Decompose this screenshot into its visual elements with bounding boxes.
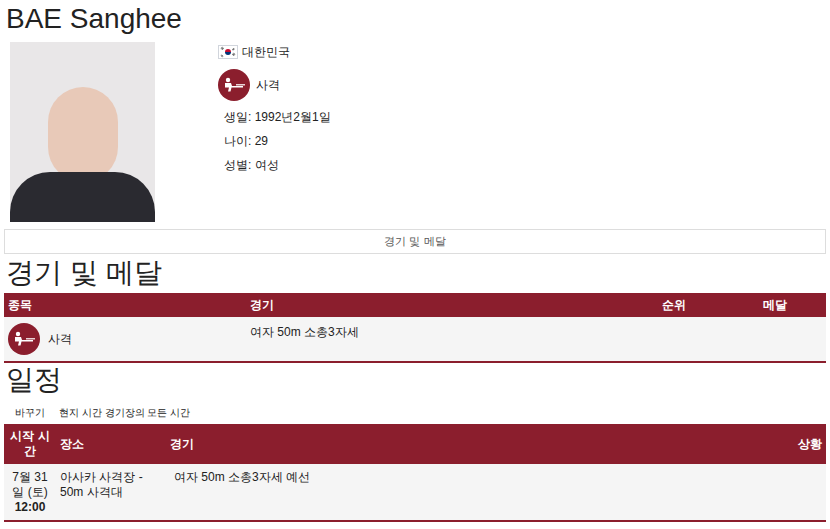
column-header: 상황 [766,435,826,453]
column-header: 순위 [658,296,759,314]
column-header: 경기 [246,296,658,314]
medals-heading: 경기 및 메달 [0,256,830,290]
column-header: 경기 [166,435,766,453]
info-line: 생일: 1992년2월1일 [224,109,331,125]
column-header: 장소 [56,435,166,453]
athlete-photo [10,42,155,222]
athlete-header: 대한민국사격생일: 1992년2월1일나이: 29 성별: 여성 [0,38,830,222]
info-line: 성별: 여성 [224,157,331,173]
sport: 사격 [218,69,331,101]
column-header: 메달 [759,296,826,314]
medals-table: 종목경기순위메달사격여자 50m 소총3자세 [4,293,826,363]
athlete-name: BAE Sanghee [0,0,830,38]
toggle-button[interactable]: 바꾸기 [15,405,45,421]
time-note: 현지 시간 경기장의 모든 시간 [59,405,190,421]
korea-flag-icon [218,45,238,59]
athlete-info: 대한민국사격생일: 1992년2월1일나이: 29 성별: 여성 [218,42,331,222]
shooting-icon [218,69,250,101]
schedule-heading: 일정 [0,363,830,397]
medals-tab-button[interactable]: 경기 및 메달 [4,229,826,254]
column-header: 시작 시간 [4,429,56,459]
time-toggle: 바꾸기 현지 시간 경기장의 모든 시간 [0,405,830,421]
schedule-table: 시작 시간장소경기상황7월 31 일 (토)12:00아사카 사격장 - 50m… [4,424,826,522]
column-header: 종목 [4,296,246,314]
table-row: 사격여자 50m 소총3자세 [4,317,826,361]
athlete-page: BAE Sanghee 대한민국사격생일: 1992년2월1일나이: 29 성별: … [0,0,830,522]
info-line: 나이: 29 [224,133,331,149]
table-header: 종목경기순위메달 [4,293,826,317]
table-row: 7월 31 일 (토)12:00아사카 사격장 - 50m 사격대여자 50m … [4,464,826,520]
table-header: 시작 시간장소경기상황 [4,424,826,464]
shooting-icon [8,323,40,355]
country: 대한민국 [218,44,331,60]
